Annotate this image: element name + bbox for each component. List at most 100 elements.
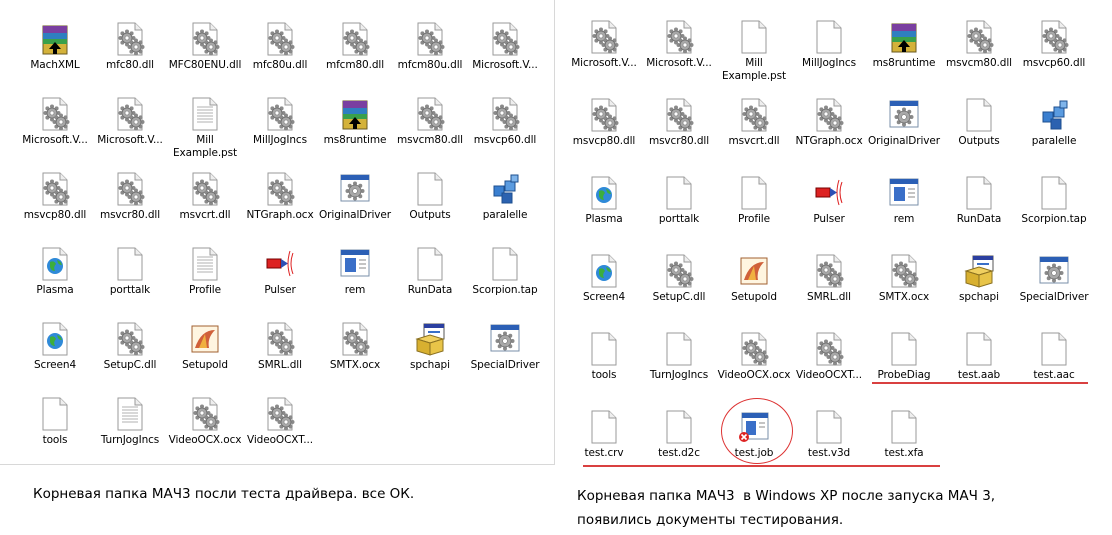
file-item[interactable]: NTGraph.ocx [791, 98, 867, 168]
file-item[interactable]: VideoOCXT... [791, 332, 867, 402]
file-item[interactable]: RunData [941, 176, 1017, 246]
file-item[interactable]: Mill Example.pst [716, 20, 792, 90]
file-item[interactable]: SMRL.dll [791, 254, 867, 324]
file-item[interactable]: Microsoft.V... [641, 20, 717, 90]
file-item[interactable]: SetupC.dll [92, 322, 168, 392]
file-item[interactable]: mfc80u.dll [242, 22, 318, 92]
blank-file-icon [963, 176, 995, 212]
file-item[interactable]: Profile [716, 176, 792, 246]
file-item[interactable]: SMTX.ocx [866, 254, 942, 324]
file-item[interactable]: Setupold [167, 322, 243, 392]
file-label: porttalk [109, 284, 151, 296]
file-item[interactable]: Scorpion.tap [1016, 176, 1092, 246]
file-item[interactable]: tools [17, 397, 93, 467]
dll-gear-icon [663, 20, 695, 56]
file-item[interactable]: tools [566, 332, 642, 402]
file-label: Mill Example.pst [172, 134, 238, 159]
file-item[interactable]: Profile [167, 247, 243, 317]
file-item[interactable]: OriginalDriver [317, 172, 393, 242]
file-item[interactable]: SpecialDriver [1016, 254, 1092, 324]
file-item[interactable]: msvcp60.dll [1016, 20, 1092, 90]
file-item[interactable]: TurnJogIncs [641, 332, 717, 402]
file-label: mfc80.dll [106, 59, 154, 71]
file-item[interactable]: NTGraph.ocx [242, 172, 318, 242]
file-item[interactable]: VideoOCX.ocx [716, 332, 792, 402]
file-item[interactable]: paralelle [1016, 98, 1092, 168]
dll-gear-icon [738, 332, 770, 368]
file-item[interactable]: TurnJogIncs [92, 397, 168, 467]
file-item[interactable]: test.crv [566, 410, 642, 480]
file-item[interactable]: RunData [392, 247, 468, 317]
file-item[interactable]: Microsoft.V... [17, 97, 93, 167]
file-label: test.xfa [884, 447, 924, 459]
file-item[interactable]: spchapi [941, 254, 1017, 324]
file-item[interactable]: porttalk [641, 176, 717, 246]
file-label: Plasma [585, 213, 623, 225]
file-item[interactable]: Outputs [941, 98, 1017, 168]
file-item[interactable]: SMRL.dll [242, 322, 318, 392]
winrar-archive-icon [339, 97, 371, 133]
file-item[interactable]: msvcrt.dll [716, 98, 792, 168]
file-item[interactable]: Plasma [17, 247, 93, 317]
file-item[interactable]: paralelle [467, 172, 543, 242]
file-item[interactable]: spchapi [392, 322, 468, 392]
file-item[interactable]: msvcp80.dll [566, 98, 642, 168]
setup-image-icon [738, 254, 770, 290]
file-item[interactable]: MFC80ENU.dll [167, 22, 243, 92]
file-item[interactable]: Microsoft.V... [467, 22, 543, 92]
file-item[interactable]: Screen4 [566, 254, 642, 324]
file-item[interactable]: test.d2c [641, 410, 717, 480]
file-label: msvcp60.dll [1022, 57, 1086, 69]
file-item[interactable]: msvcm80.dll [941, 20, 1017, 90]
file-item[interactable]: Pulser [791, 176, 867, 246]
dll-gear-icon [39, 97, 71, 133]
dll-gear-icon [264, 97, 296, 133]
file-item[interactable]: msvcr80.dll [92, 172, 168, 242]
file-item[interactable]: SMTX.ocx [317, 322, 393, 392]
file-item[interactable]: msvcr80.dll [641, 98, 717, 168]
file-item[interactable]: Mill Example.pst [167, 97, 243, 167]
file-item[interactable]: VideoOCXT... [242, 397, 318, 467]
file-item[interactable]: Scorpion.tap [467, 247, 543, 317]
file-item[interactable]: Setupold [716, 254, 792, 324]
file-item[interactable]: test.v3d [791, 410, 867, 480]
file-item[interactable]: mfc80.dll [92, 22, 168, 92]
file-item[interactable]: SpecialDriver [467, 322, 543, 392]
file-item[interactable]: rem [866, 176, 942, 246]
file-item[interactable]: MillJogIncs [242, 97, 318, 167]
file-item[interactable]: msvcp80.dll [17, 172, 93, 242]
file-item[interactable]: test.aac [1016, 332, 1092, 402]
file-item[interactable]: Screen4 [17, 322, 93, 392]
file-item[interactable]: Microsoft.V... [566, 20, 642, 90]
dll-gear-icon [489, 22, 521, 58]
file-item[interactable]: porttalk [92, 247, 168, 317]
file-item[interactable]: test.aab [941, 332, 1017, 402]
dll-gear-icon [414, 22, 446, 58]
file-item[interactable]: SetupC.dll [641, 254, 717, 324]
file-item[interactable]: msvcrt.dll [167, 172, 243, 242]
globe-icon [39, 322, 71, 358]
globe-icon [588, 176, 620, 212]
file-label: Mill Example.pst [721, 57, 787, 82]
file-item[interactable]: ProbeDiag [866, 332, 942, 402]
file-item[interactable]: msvcp60.dll [467, 97, 543, 167]
file-item[interactable]: MillJogIncs [791, 20, 867, 90]
file-item[interactable]: test.xfa [866, 410, 942, 480]
app-window-icon [888, 176, 920, 212]
file-item[interactable]: Outputs [392, 172, 468, 242]
file-item[interactable]: Plasma [566, 176, 642, 246]
file-item[interactable]: Pulser [242, 247, 318, 317]
file-item[interactable]: VideoOCX.ocx [167, 397, 243, 467]
file-item[interactable]: mfcm80u.dll [392, 22, 468, 92]
file-item[interactable]: ms8runtime [866, 20, 942, 90]
file-item[interactable]: msvcm80.dll [392, 97, 468, 167]
file-item[interactable]: Microsoft.V... [92, 97, 168, 167]
file-item[interactable]: MachXML [17, 22, 93, 92]
file-item[interactable]: OriginalDriver [866, 98, 942, 168]
file-item[interactable]: ms8runtime [317, 97, 393, 167]
dll-gear-icon [588, 98, 620, 134]
file-item[interactable]: rem [317, 247, 393, 317]
file-label: msvcrt.dll [179, 209, 231, 221]
annotation-circle [721, 398, 793, 464]
file-item[interactable]: mfcm80.dll [317, 22, 393, 92]
